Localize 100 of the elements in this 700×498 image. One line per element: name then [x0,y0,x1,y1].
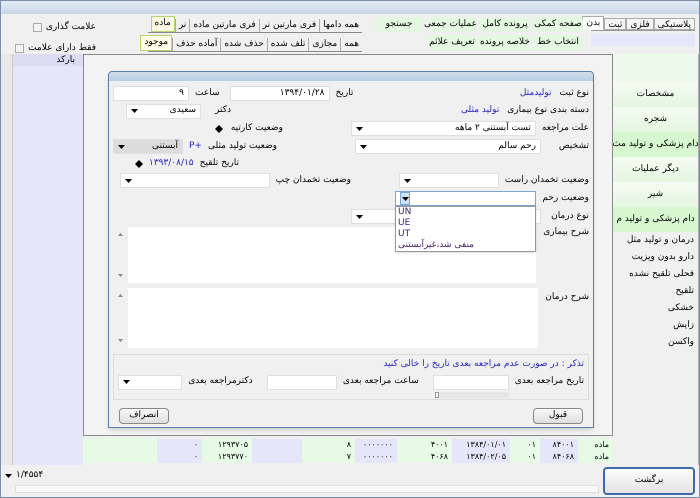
toolbar-button[interactable]: خلاصه پرونده [480,35,530,50]
tab[interactable]: موجود [140,35,172,51]
checkbox-label: فقط دارای علامت [28,42,96,54]
dropdown-option[interactable]: UT [396,229,536,240]
sidebar-item[interactable]: دارو بدون ویزیت [613,249,698,266]
table-cell: ۱۳۸۴/۰۲/۰۵ [452,451,510,463]
field-label: ساعت مراجعه بعدی [342,374,419,388]
caret-icon [124,178,132,182]
tab[interactable]: فری مارتین ماده [189,19,259,32]
tab[interactable]: مجازی [308,38,340,51]
scroll-down-icon [118,339,123,342]
input-field[interactable]: ۹ [113,86,189,101]
caret-icon [356,214,363,218]
dropdown-field[interactable]: سعیدی [126,104,202,118]
table-cell: ۱۳۸۴/۰۱/۰۱ [452,439,510,451]
field-label: وضعیت کارتیه [230,122,283,135]
table-cell: ۰ [157,439,202,451]
table-cell: ۰۱ [510,439,540,451]
dialog-button[interactable]: انصراف [119,408,169,424]
tab[interactable]: پلاستیکی [654,18,695,30]
vertical-scrollbar[interactable] [1,54,13,465]
table-cell: ۸ [302,439,355,451]
tab[interactable]: تلف شده [266,38,308,51]
sidebar-item[interactable]: تلقیح [613,283,698,300]
dropdown-option[interactable]: منفی شد،غیرآبستنی [396,240,536,251]
input-field[interactable] [266,374,337,390]
field-label: دسته بندی نوع بیماری [507,104,589,118]
field-label: تاریخ [336,86,354,100]
tab[interactable]: همه [340,38,362,51]
dropdown-field[interactable] [395,191,536,206]
dropdown-field[interactable]: رحم سالم [354,139,541,154]
value-link[interactable]: تولید مثلی [461,104,500,118]
table-cell: ۴۰۰۱ [397,439,452,451]
field-label: شرح بیماری [543,226,589,239]
field-label: وضعیت تخمدان چپ [276,174,351,187]
table-cell: ۸۴۰۰۱ [540,439,578,451]
table-cell: ۴۰۶۸ [397,451,452,463]
input-field[interactable]: ۱۳۹۴/۰۱/۲۸ [230,86,330,101]
sidebar-item[interactable]: خشکی [613,300,698,317]
caret-icon [131,109,138,113]
tab[interactable]: فلزی [626,18,654,30]
diamond-icon [134,160,143,168]
tab[interactable]: حذف شده [220,38,267,51]
status-code: P+ [189,140,202,153]
field-label: دکتر [215,104,231,118]
tab[interactable]: بدن [582,16,604,30]
toolbar-button[interactable]: عملیات جمعی [427,17,477,32]
table-cell: ۱۲۹۳۷۰۵ [202,439,252,451]
field-label: نوع درمان [550,210,589,223]
sidebar-item[interactable]: شیر [613,182,698,207]
horizontal-scrollbar[interactable] [15,484,600,493]
caret-icon [123,380,130,384]
caret-icon [402,196,408,200]
checkbox[interactable] [15,44,24,53]
field-label: وضعیت رحم [542,192,589,205]
sidebar-item[interactable]: دیگر عملیات [613,157,698,182]
checkbox[interactable] [32,23,42,32]
dialog-button[interactable]: قبول [533,408,583,424]
back-button[interactable]: برگشت [603,467,695,495]
caret-icon [356,126,363,130]
sidebar-item[interactable]: فحلی تلقیح نشده [613,266,698,283]
field-label: علت مراجعه [542,122,589,135]
caret-icon [404,178,411,182]
table-cell: ماده [578,439,613,451]
note-text: تذکر : در صورت عدم مراجعه بعدی تاریخ را خالی کنید [382,358,584,371]
sidebar-item[interactable]: واکسن [613,334,698,351]
toolbar-button[interactable]: پرونده کامل [480,17,530,32]
toolbar-button[interactable]: تعریف علائم [427,35,477,50]
dropdown-option[interactable]: UE [396,218,536,229]
caret-icon [360,144,367,148]
table-cell: ماده [578,451,613,463]
sidebar-item[interactable]: مشخصات [613,82,698,107]
sidebar-item[interactable]: دام پزشکی و تولید م [613,207,698,232]
table-cell: ۰۱ [510,451,540,463]
sidebar-item[interactable]: دام پزشکی و تولید مث [613,132,698,157]
toolbar-button[interactable]: صفحه کمکی [533,17,583,32]
field-label: تاریخ مراجعه بعدی [514,374,584,388]
date-scrollbar[interactable] [434,392,509,398]
dropdown-field[interactable]: تست آبستنی ۲ ماهه [351,121,536,136]
scroll-down-icon [118,274,123,277]
caret-icon [5,474,12,478]
toolbar-button[interactable]: انتخاب خط [533,35,583,50]
tab[interactable]: همه دامها [319,19,362,32]
value-link[interactable]: تولیدمثل [520,86,552,100]
table-cell: ۷ [302,451,355,463]
input-field[interactable] [432,374,509,390]
column-header[interactable]: بارکد [13,54,83,66]
table-cell: ۰۰۰۰۰۰۰ [355,451,397,463]
value-link[interactable]: ۱۳۹۳/۰۸/۱۵ [148,156,194,170]
toolbar-button[interactable]: جستجو [374,17,424,32]
dropdown-option[interactable]: UN [396,207,536,218]
tab[interactable]: ثبت [604,18,626,30]
field-label: تشخیص [558,140,589,153]
tab[interactable]: ماده [150,16,175,32]
field-label: نوع ثبت [560,86,589,100]
sidebar-item[interactable]: درمان و تولید مثل [613,232,698,249]
tab[interactable]: فری مارتین نر [258,19,320,32]
sidebar-item[interactable]: شجره [613,107,698,132]
sidebar-item[interactable]: زایش [613,317,698,334]
field-label: شرح درمان [545,291,589,304]
